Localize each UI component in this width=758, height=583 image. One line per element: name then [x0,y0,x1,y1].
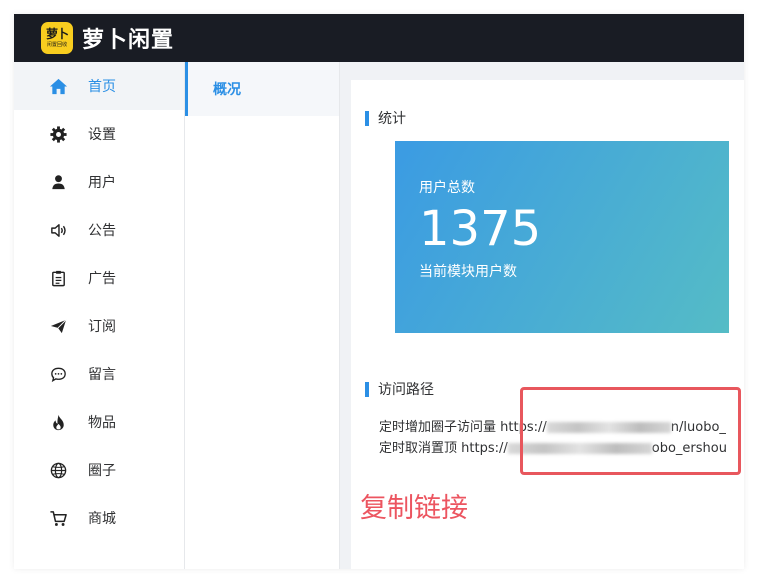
stats-section-title: 统计 [365,108,406,128]
sidebar: 首页 设置 用户 公告 广告 订阅 留言 物品 圈子 商城 [14,62,185,569]
fire-icon [48,412,68,432]
sidebar-item-label: 用户 [88,175,116,191]
logo-text: 萝卜 [45,27,69,41]
route-url-suffix[interactable]: obo_ershou [652,441,727,456]
sidebar-item-circles[interactable]: 圈子 [14,446,184,494]
gear-icon [48,124,68,144]
top-header: 萝卜 闲置回收 萝卜闲置 [14,14,744,62]
sub-navigation: 概况 [185,62,340,569]
route-url-suffix[interactable]: n/luobo_ [671,420,726,435]
chat-bubble-icon [48,364,68,384]
routes-section-title: 访问路径 [365,379,434,399]
paper-plane-icon [48,316,68,336]
sidebar-item-mall[interactable]: 商城 [14,494,184,542]
route-url-prefix[interactable]: https:// [500,420,547,435]
sidebar-item-label: 留言 [88,367,116,383]
route-url-prefix[interactable]: https:// [461,441,508,456]
sidebar-item-items[interactable]: 物品 [14,398,184,446]
sidebar-item-label: 广告 [88,271,116,287]
section-title-text: 访问路径 [378,382,434,398]
redacted-url-segment [546,422,671,433]
logo-subtext: 闲置回收 [46,41,68,48]
route-label: 定时增加圈子访问量 [379,420,497,435]
section-marker [365,110,369,126]
sidebar-item-ads[interactable]: 广告 [14,254,184,302]
sidebar-item-label: 圈子 [88,463,116,479]
home-icon [48,76,68,96]
redacted-url-segment [507,443,652,454]
sidebar-item-label: 物品 [88,415,116,431]
route-line-increase-views: 定时增加圈子访问量 https:// n/luobo_ [379,416,726,435]
app-title: 萝卜闲置 [82,28,175,53]
app-logo[interactable]: 萝卜 闲置回收 [41,22,73,54]
clipboard-icon [48,268,68,288]
stat-label: 用户总数 [419,180,475,196]
sidebar-item-label: 设置 [88,127,116,143]
sidebar-item-home[interactable]: 首页 [14,62,184,110]
section-title-text: 统计 [378,111,406,127]
sidebar-item-label: 首页 [88,79,116,95]
subnav-item-label: 概况 [213,82,241,98]
sidebar-item-messages[interactable]: 留言 [14,350,184,398]
stat-value: 1375 [419,201,542,257]
sidebar-item-label: 订阅 [88,319,116,335]
route-label: 定时取消置顶 [379,441,458,456]
cart-icon [48,508,68,528]
section-marker [365,381,369,397]
subnav-item-overview[interactable]: 概况 [185,62,339,116]
sidebar-item-label: 公告 [88,223,116,239]
sidebar-item-users[interactable]: 用户 [14,158,184,206]
globe-icon [48,460,68,480]
sidebar-item-label: 商城 [88,511,116,527]
annotation-label: 复制链接 [360,493,468,524]
route-line-cancel-pin: 定时取消置顶 https:// obo_ershou [379,437,727,456]
user-count-card: 用户总数 1375 当前模块用户数 [395,141,729,333]
sidebar-item-subscriptions[interactable]: 订阅 [14,302,184,350]
sidebar-item-announcements[interactable]: 公告 [14,206,184,254]
sidebar-item-settings[interactable]: 设置 [14,110,184,158]
stat-description: 当前模块用户数 [419,264,517,280]
user-icon [48,172,68,192]
speaker-icon [48,220,68,240]
